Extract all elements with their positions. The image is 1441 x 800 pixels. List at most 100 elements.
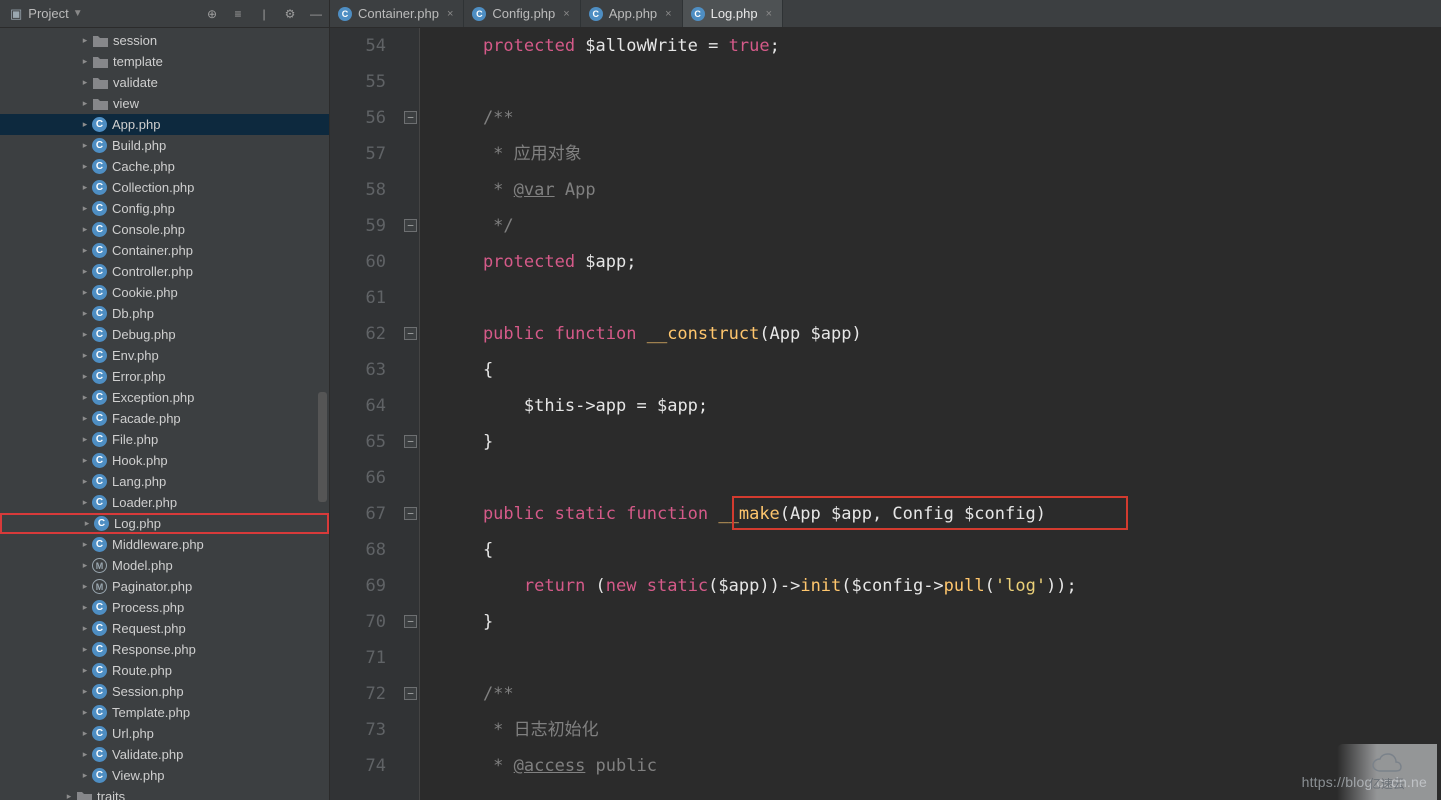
code-line[interactable]: $this->app = $app;: [442, 388, 1441, 424]
tree-item[interactable]: ▸CResponse.php: [0, 639, 329, 660]
tree-item[interactable]: ▸CConfig.php: [0, 198, 329, 219]
code-line[interactable]: return (new static($app))->init($config-…: [442, 568, 1441, 604]
expand-arrow-icon[interactable]: ▸: [80, 707, 90, 718]
tree-item[interactable]: ▸CDb.php: [0, 303, 329, 324]
tree-item[interactable]: ▸CApp.php: [0, 114, 329, 135]
code-line[interactable]: [442, 460, 1441, 496]
tree-item[interactable]: ▸CController.php: [0, 261, 329, 282]
expand-arrow-icon[interactable]: ▸: [80, 539, 90, 550]
tree-item[interactable]: ▸CLang.php: [0, 471, 329, 492]
code-line[interactable]: */: [442, 208, 1441, 244]
code-line[interactable]: * @var App: [442, 172, 1441, 208]
expand-arrow-icon[interactable]: ▸: [82, 518, 92, 529]
expand-arrow-icon[interactable]: ▸: [80, 203, 90, 214]
collapse-all-icon[interactable]: ≡: [225, 7, 251, 21]
code-line[interactable]: }: [442, 424, 1441, 460]
code-line[interactable]: /**: [442, 100, 1441, 136]
editor-tab[interactable]: C Container.php ×: [330, 0, 464, 27]
code-line[interactable]: * 日志初始化: [442, 712, 1441, 748]
tree-item[interactable]: ▸CFacade.php: [0, 408, 329, 429]
fold-toggle-icon[interactable]: −: [404, 327, 417, 340]
expand-arrow-icon[interactable]: ▸: [80, 266, 90, 277]
tree-item[interactable]: ▸view: [0, 93, 329, 114]
expand-arrow-icon[interactable]: ▸: [80, 287, 90, 298]
fold-toggle-icon[interactable]: −: [404, 507, 417, 520]
expand-arrow-icon[interactable]: ▸: [80, 182, 90, 193]
expand-arrow-icon[interactable]: ▸: [64, 791, 74, 800]
expand-arrow-icon[interactable]: ▸: [80, 224, 90, 235]
tree-item[interactable]: ▸MPaginator.php: [0, 576, 329, 597]
tree-item[interactable]: ▸CCookie.php: [0, 282, 329, 303]
expand-arrow-icon[interactable]: ▸: [80, 728, 90, 739]
code-line[interactable]: public function __construct(App $app): [442, 316, 1441, 352]
tree-item[interactable]: ▸CEnv.php: [0, 345, 329, 366]
tree-item[interactable]: ▸CRequest.php: [0, 618, 329, 639]
code-line[interactable]: }: [442, 604, 1441, 640]
tree-item[interactable]: ▸CException.php: [0, 387, 329, 408]
code-line[interactable]: [442, 280, 1441, 316]
code-line[interactable]: /**: [442, 676, 1441, 712]
fold-toggle-icon[interactable]: −: [404, 111, 417, 124]
fold-gutter[interactable]: −−−−−−−: [402, 28, 420, 800]
expand-arrow-icon[interactable]: ▸: [80, 371, 90, 382]
expand-arrow-icon[interactable]: ▸: [80, 161, 90, 172]
expand-arrow-icon[interactable]: ▸: [80, 455, 90, 466]
tree-item[interactable]: ▸CUrl.php: [0, 723, 329, 744]
fold-toggle-icon[interactable]: −: [404, 687, 417, 700]
tree-item[interactable]: ▸CDebug.php: [0, 324, 329, 345]
expand-arrow-icon[interactable]: ▸: [80, 140, 90, 151]
expand-arrow-icon[interactable]: ▸: [80, 245, 90, 256]
scrollbar-thumb[interactable]: [318, 392, 327, 502]
close-icon[interactable]: ×: [447, 8, 453, 20]
expand-arrow-icon[interactable]: ▸: [80, 35, 90, 46]
code-line[interactable]: * @access public: [442, 748, 1441, 784]
expand-arrow-icon[interactable]: ▸: [80, 623, 90, 634]
expand-arrow-icon[interactable]: ▸: [80, 56, 90, 67]
project-tree[interactable]: ▸session▸template▸validate▸view▸CApp.php…: [0, 28, 330, 800]
expand-arrow-icon[interactable]: ▸: [80, 98, 90, 109]
tree-item[interactable]: ▸CCache.php: [0, 156, 329, 177]
code-editor[interactable]: 5455565758596061626364656667686970717273…: [330, 28, 1441, 800]
tree-item[interactable]: ▸traits: [0, 786, 329, 800]
tree-item[interactable]: ▸CFile.php: [0, 429, 329, 450]
expand-arrow-icon[interactable]: ▸: [80, 602, 90, 613]
tree-item[interactable]: ▸CRoute.php: [0, 660, 329, 681]
expand-arrow-icon[interactable]: ▸: [80, 77, 90, 88]
expand-arrow-icon[interactable]: ▸: [80, 644, 90, 655]
locate-icon[interactable]: ⊕: [199, 7, 225, 21]
editor-tab[interactable]: C App.php ×: [581, 0, 683, 27]
code-line[interactable]: * 应用对象: [442, 136, 1441, 172]
chevron-down-icon[interactable]: ▼: [73, 8, 83, 19]
tree-item[interactable]: ▸CHook.php: [0, 450, 329, 471]
expand-arrow-icon[interactable]: ▸: [80, 770, 90, 781]
code-line[interactable]: [442, 640, 1441, 676]
code-line[interactable]: {: [442, 532, 1441, 568]
fold-toggle-icon[interactable]: −: [404, 435, 417, 448]
expand-arrow-icon[interactable]: ▸: [80, 497, 90, 508]
expand-arrow-icon[interactable]: ▸: [80, 392, 90, 403]
tree-item[interactable]: ▸CView.php: [0, 765, 329, 786]
expand-arrow-icon[interactable]: ▸: [80, 749, 90, 760]
code-line[interactable]: {: [442, 352, 1441, 388]
tree-item[interactable]: ▸CSession.php: [0, 681, 329, 702]
tree-item[interactable]: ▸CValidate.php: [0, 744, 329, 765]
tree-item[interactable]: ▸CError.php: [0, 366, 329, 387]
expand-arrow-icon[interactable]: ▸: [80, 686, 90, 697]
expand-arrow-icon[interactable]: ▸: [80, 413, 90, 424]
expand-arrow-icon[interactable]: ▸: [80, 476, 90, 487]
tree-item[interactable]: ▸CTemplate.php: [0, 702, 329, 723]
fold-toggle-icon[interactable]: −: [404, 219, 417, 232]
code-line[interactable]: protected $allowWrite = true;: [442, 28, 1441, 64]
tree-item[interactable]: ▸CLog.php: [0, 513, 329, 534]
expand-arrow-icon[interactable]: ▸: [80, 119, 90, 130]
tree-item[interactable]: ▸CContainer.php: [0, 240, 329, 261]
tree-item[interactable]: ▸CCollection.php: [0, 177, 329, 198]
project-label[interactable]: Project: [28, 6, 68, 21]
code-area[interactable]: protected $allowWrite = true; /** * 应用对象…: [420, 28, 1441, 800]
expand-arrow-icon[interactable]: ▸: [80, 560, 90, 571]
expand-arrow-icon[interactable]: ▸: [80, 581, 90, 592]
close-icon[interactable]: ×: [766, 8, 772, 20]
expand-arrow-icon[interactable]: ▸: [80, 308, 90, 319]
close-icon[interactable]: ×: [563, 8, 569, 20]
expand-arrow-icon[interactable]: ▸: [80, 665, 90, 676]
